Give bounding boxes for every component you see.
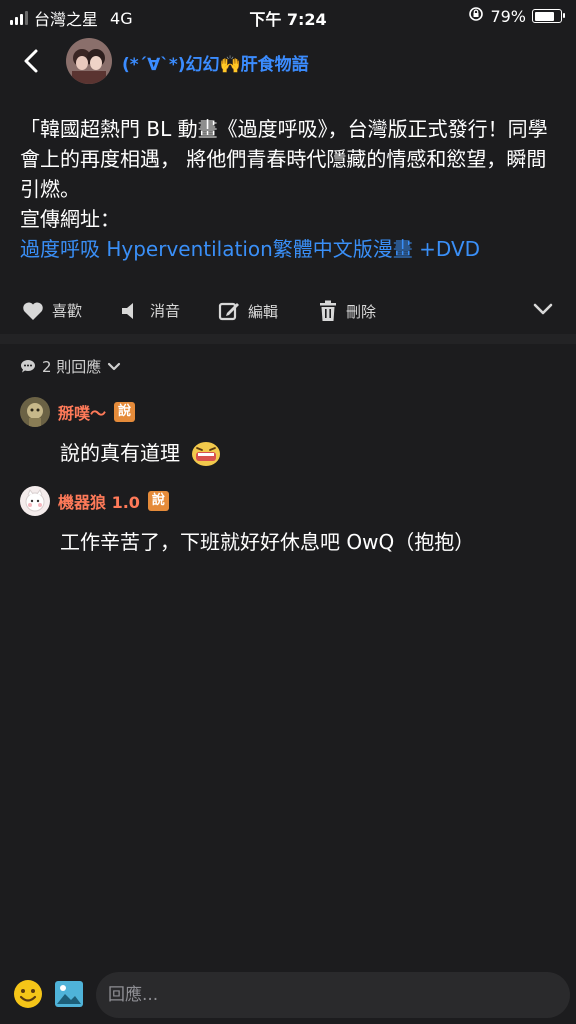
status-right: 79% xyxy=(468,6,565,26)
reply-item: 機器狼 1.0 說 工作辛苦了，下班就好好休息吧 OwQ（抱抱） xyxy=(20,486,560,556)
battery-fill xyxy=(534,11,555,21)
reply-text: 工作辛苦了，下班就好好休息吧 OwQ（抱抱） xyxy=(60,530,475,554)
reply-item: 掰噗～ 說 說的真有道理 xyxy=(20,397,560,467)
like-button[interactable]: 喜歡 xyxy=(22,300,82,321)
author-name[interactable]: (*´∀`*)幻幻🙌肝食物語 xyxy=(122,50,309,75)
reply-content: 說的真有道理 xyxy=(60,439,560,467)
reply-input[interactable] xyxy=(96,972,570,1018)
laughing-emoticon-icon xyxy=(192,442,220,466)
edit-icon xyxy=(218,302,239,321)
image-button[interactable] xyxy=(54,980,84,1012)
post-header: (*´∀`*)幻幻🙌肝食物語 xyxy=(0,32,576,92)
post-paragraph: 「韓國超熱門 BL 動畫《過度呼吸》，台灣版正式發行！同學會上的再度相遇， 將他… xyxy=(20,117,548,201)
chevron-down-icon xyxy=(533,303,553,315)
speaker-icon xyxy=(122,302,140,319)
author-avatar[interactable] xyxy=(66,38,112,84)
reply-qualifier-badge: 說 xyxy=(114,402,136,422)
chevron-left-icon xyxy=(24,49,38,73)
status-bar: 台灣之星 4G 下午 7:24 79% xyxy=(0,0,576,32)
post-actions: 喜歡 消音 編輯 刪除 xyxy=(0,292,576,332)
heart-icon xyxy=(23,301,43,320)
reply-qualifier-badge: 說 xyxy=(147,491,169,511)
reply-text: 說的真有道理 xyxy=(60,441,180,465)
reply-avatar[interactable] xyxy=(20,486,50,516)
smiley-icon xyxy=(14,980,42,1008)
replies-count: 2 則回應 xyxy=(42,358,102,376)
post-paragraph: 宣傳網址： xyxy=(20,207,120,231)
edit-label: 編輯 xyxy=(248,302,279,321)
edit-button[interactable]: 編輯 xyxy=(218,300,278,322)
reply-composer xyxy=(0,966,576,1024)
more-options-button[interactable] xyxy=(532,301,554,320)
divider xyxy=(0,334,576,344)
delete-button[interactable]: 刪除 xyxy=(318,300,376,322)
post-content: 「韓國超熱門 BL 動畫《過度呼吸》，台灣版正式發行！同學會上的再度相遇， 將他… xyxy=(20,114,560,264)
chevron-down-icon xyxy=(108,362,121,370)
back-button[interactable] xyxy=(16,46,46,76)
replies-toggle[interactable]: 2 則回應 xyxy=(20,356,121,377)
reply-avatar[interactable] xyxy=(20,397,50,427)
mute-label: 消音 xyxy=(150,302,181,320)
reply-author[interactable]: 機器狼 1.0 xyxy=(58,489,140,513)
trash-icon xyxy=(320,300,336,321)
like-label: 喜歡 xyxy=(52,302,83,320)
delete-label: 刪除 xyxy=(346,302,377,321)
emoji-button[interactable] xyxy=(12,978,44,1014)
reply-header: 機器狼 1.0 說 xyxy=(20,486,560,516)
reply-content: 工作辛苦了，下班就好好休息吧 OwQ（抱抱） xyxy=(60,528,560,556)
post-link[interactable]: 過度呼吸 Hyperventilation繁體中文版漫畫 +DVD xyxy=(20,234,560,264)
mute-button[interactable]: 消音 xyxy=(120,300,180,321)
reply-header: 掰噗～ 說 xyxy=(20,397,560,427)
battery-icon xyxy=(532,9,565,23)
image-icon xyxy=(55,981,83,1007)
battery-percent: 79% xyxy=(490,6,526,26)
orientation-lock-icon xyxy=(468,6,484,26)
speech-bubble-icon xyxy=(21,360,35,373)
reply-author[interactable]: 掰噗～ xyxy=(58,400,106,424)
